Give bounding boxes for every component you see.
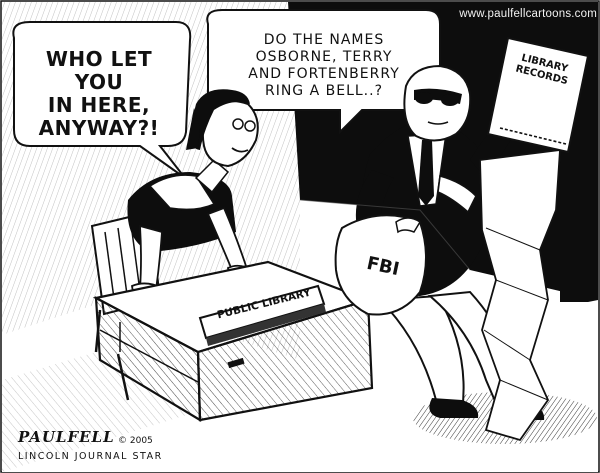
newspaper-name: LINCOLN JOURNAL STAR xyxy=(18,451,163,462)
cartoon-panel: www.paulfellcartoons.com WHO LET YOU IN … xyxy=(0,0,600,473)
artist-signature: PAULFELL xyxy=(18,428,115,446)
speech-left-line: WHO LET YOU xyxy=(45,47,153,94)
speech-fbi-line: RING A BELL..? xyxy=(264,83,384,99)
speech-fbi-line: OSBORNE, TERRY xyxy=(255,49,393,65)
speech-fbi-line: AND FORTENBERRY xyxy=(248,66,400,82)
speech-fbi-line: DO THE NAMES xyxy=(263,32,385,48)
speech-left-line: IN HERE, xyxy=(47,93,151,117)
speech-text-fbi: DO THE NAMES OSBORNE, TERRY AND FORTENBE… xyxy=(214,32,434,100)
speech-left-line: ANYWAY?! xyxy=(38,116,160,140)
speech-text-left: WHO LET YOU IN HERE, ANYWAY?! xyxy=(24,48,174,140)
site-url: www.paulfellcartoons.com xyxy=(459,8,597,20)
copyright-text: © 2005 xyxy=(118,436,153,446)
